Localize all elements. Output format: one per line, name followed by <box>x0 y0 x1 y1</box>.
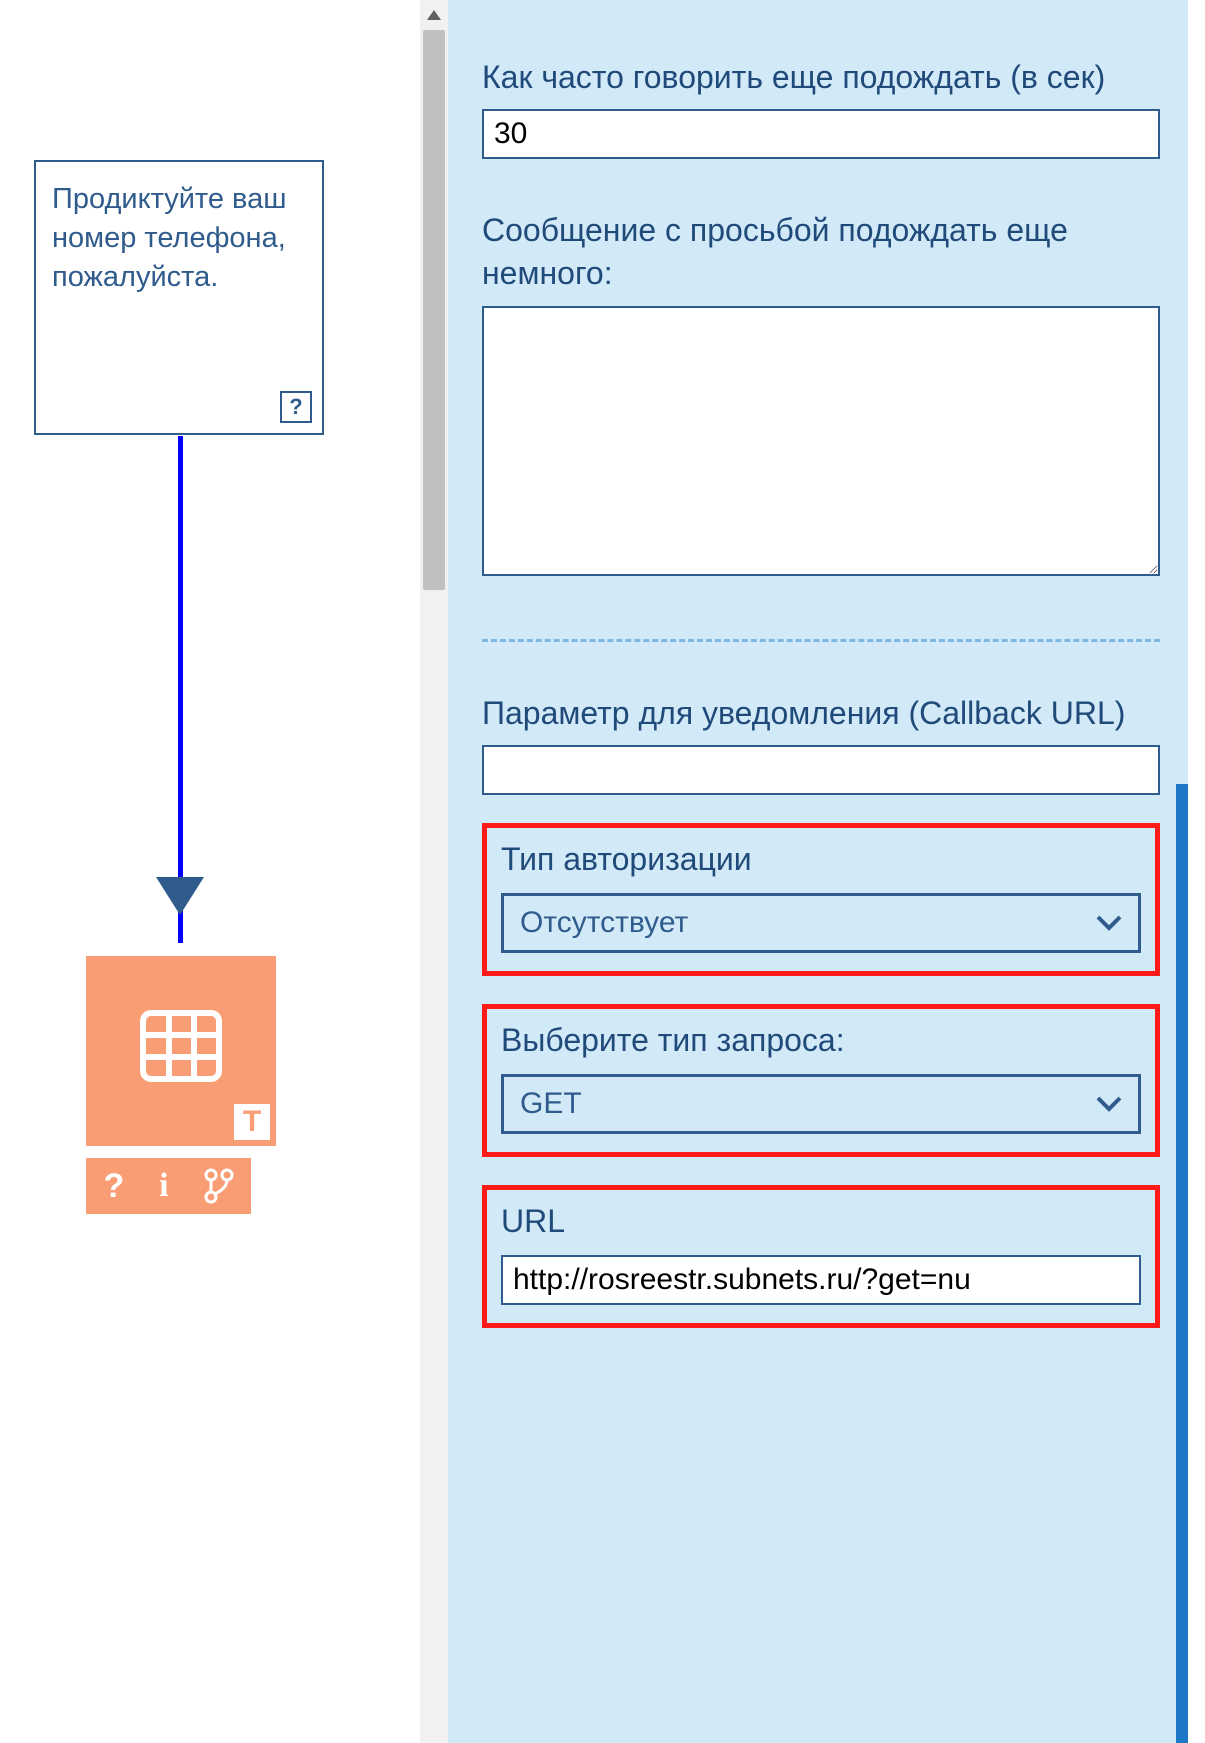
chevron-down-icon <box>1096 915 1122 931</box>
request-type-label: Выберите тип запроса: <box>501 1019 1141 1062</box>
request-type-value: GET <box>520 1087 582 1121</box>
url-input[interactable] <box>501 1255 1141 1305</box>
wait-interval-input[interactable] <box>482 109 1160 159</box>
wait-interval-label: Как часто говорить еще подождать (в сек) <box>482 56 1160 99</box>
flow-edge <box>178 436 183 943</box>
flow-edge-arrow-icon <box>156 877 204 915</box>
wait-message-textarea[interactable] <box>482 306 1160 576</box>
callback-url-label: Параметр для уведомления (Callback URL) <box>482 692 1160 735</box>
data-node-type-badge: T <box>234 1104 270 1140</box>
field-request-type: Выберите тип запроса: GET <box>482 1004 1160 1157</box>
field-wait-interval: Как часто говорить еще подождать (в сек) <box>482 28 1160 159</box>
field-wait-message: Сообщение с просьбой подождать еще немно… <box>482 209 1160 580</box>
auth-type-label: Тип авторизации <box>501 838 1141 881</box>
scroll-up-icon[interactable] <box>420 0 448 30</box>
wait-message-label: Сообщение с просьбой подождать еще немно… <box>482 209 1160 295</box>
prompt-node-help-icon[interactable]: ? <box>280 391 312 423</box>
auth-type-value: Отсутствует <box>520 906 688 940</box>
chevron-down-icon <box>1096 1096 1122 1112</box>
data-node[interactable]: T <box>86 956 276 1146</box>
prompt-node[interactable]: Продиктуйте ваш номер телефона, пожалуйс… <box>34 160 324 435</box>
branch-icon[interactable] <box>204 1168 234 1204</box>
auth-type-select[interactable]: Отсутствует <box>501 893 1141 953</box>
url-label: URL <box>501 1200 1141 1243</box>
data-node-toolbar: ? i <box>86 1158 251 1214</box>
flow-canvas[interactable]: Продиктуйте ваш номер телефона, пожалуйс… <box>0 0 448 1743</box>
section-divider <box>482 639 1160 642</box>
prompt-node-text: Продиктуйте ваш номер телефона, пожалуйс… <box>52 180 306 297</box>
canvas-scrollbar[interactable] <box>420 0 448 1743</box>
field-auth-type: Тип авторизации Отсутствует <box>482 823 1160 976</box>
request-type-select[interactable]: GET <box>501 1074 1141 1134</box>
field-callback-url: Параметр для уведомления (Callback URL) <box>482 692 1160 795</box>
table-icon <box>140 1010 222 1082</box>
info-icon[interactable]: i <box>159 1167 168 1205</box>
field-url: URL <box>482 1185 1160 1328</box>
properties-panel: Как часто говорить еще подождать (в сек)… <box>448 0 1188 1743</box>
scroll-thumb[interactable] <box>423 30 445 590</box>
help-icon[interactable]: ? <box>103 1167 124 1206</box>
callback-url-input[interactable] <box>482 745 1160 795</box>
panel-scroll-accent[interactable] <box>1176 784 1188 1743</box>
